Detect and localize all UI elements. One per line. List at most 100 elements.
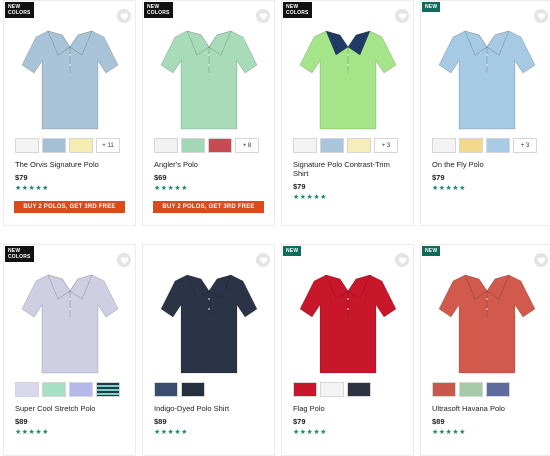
product-card[interactable]: NEW COLORS Super Cool Stretch Polo $89 ★★★★… [3, 244, 136, 456]
rating-stars: ★★★★★ [432, 429, 466, 436]
rating-stars: ★★★★★ [15, 185, 49, 192]
product-badge: NEW COLORS [283, 2, 312, 18]
product-name[interactable]: Signature Polo Contrast-Trim Shirt [282, 160, 413, 178]
product-badge: NEW COLORS [5, 2, 34, 18]
product-grid: NEW COLORS + 11 The Orvis Signature Polo $7… [0, 0, 550, 456]
product-price: $79 [432, 173, 445, 182]
rating-stars: ★★★★★ [15, 429, 49, 436]
product-image[interactable] [143, 245, 274, 377]
polo-shirt-image [18, 265, 122, 377]
color-swatch[interactable] [69, 382, 93, 397]
color-swatches: + 11 [4, 138, 135, 153]
polo-shirt-image [157, 265, 261, 377]
color-swatch[interactable] [320, 138, 344, 153]
promo-banner[interactable]: BUY 2 POLOS, GET 3RD FREE [14, 201, 125, 213]
rating-stars: ★★★★★ [293, 429, 327, 436]
product-price: $89 [432, 417, 445, 426]
product-card[interactable]: NEW + 3 On the Fly Polo $79 ★★★★★ [420, 0, 550, 226]
polo-shirt-image [296, 265, 400, 377]
polo-shirt-image [435, 21, 539, 133]
color-swatch[interactable] [432, 138, 456, 153]
color-swatch[interactable] [320, 382, 344, 397]
color-swatch[interactable] [459, 138, 483, 153]
product-image[interactable]: NEW [421, 1, 550, 133]
color-swatch[interactable] [347, 382, 371, 397]
color-swatches: + 3 [421, 138, 550, 153]
more-colors-button[interactable]: + 11 [96, 138, 120, 153]
color-swatch[interactable] [459, 382, 483, 397]
polo-shirt-image [18, 21, 122, 133]
favorite-heart-icon[interactable] [256, 253, 270, 267]
color-swatches [4, 382, 135, 397]
more-colors-button[interactable]: + 8 [235, 138, 259, 153]
product-name[interactable]: Indigo-Dyed Polo Shirt [143, 404, 274, 413]
color-swatch[interactable] [293, 382, 317, 397]
product-card[interactable]: NEW Ultrasoft Havana Polo $89 ★★★★★ [420, 244, 550, 456]
product-card[interactable]: NEW COLORS + 11 The Orvis Signature Polo $7… [3, 0, 136, 226]
color-swatch[interactable] [208, 138, 232, 153]
product-image[interactable]: NEW COLORS [282, 1, 413, 133]
product-badge: NEW [283, 246, 302, 256]
rating-stars: ★★★★★ [154, 429, 188, 436]
product-image[interactable]: NEW [421, 245, 550, 377]
product-name[interactable]: On the Fly Polo [421, 160, 550, 169]
favorite-heart-icon[interactable] [395, 9, 409, 23]
product-name[interactable]: Super Cool Stretch Polo [4, 404, 135, 413]
product-badge: NEW COLORS [144, 2, 173, 18]
product-image[interactable]: NEW COLORS [143, 1, 274, 133]
color-swatches [421, 382, 550, 397]
color-swatches [282, 382, 413, 397]
more-colors-button[interactable]: + 3 [374, 138, 398, 153]
color-swatch[interactable] [347, 138, 371, 153]
product-price: $89 [154, 417, 167, 426]
polo-shirt-image [435, 265, 539, 377]
color-swatch[interactable] [15, 138, 39, 153]
product-price: $69 [154, 173, 167, 182]
color-swatch[interactable] [15, 382, 39, 397]
rating-stars: ★★★★★ [293, 194, 327, 201]
color-swatch[interactable] [69, 138, 93, 153]
product-badge: NEW [422, 246, 441, 256]
rating-stars: ★★★★★ [432, 185, 466, 192]
color-swatch[interactable] [154, 382, 178, 397]
product-name[interactable]: Angler's Polo [143, 160, 274, 169]
color-swatches: + 3 [282, 138, 413, 153]
product-price: $79 [15, 173, 28, 182]
color-swatch[interactable] [181, 382, 205, 397]
product-name[interactable]: The Orvis Signature Polo [4, 160, 135, 169]
product-card[interactable]: NEW Flag Polo $79 ★★★★★ [281, 244, 414, 456]
color-swatch[interactable] [486, 138, 510, 153]
polo-shirt-image [296, 21, 400, 133]
color-swatch[interactable] [486, 382, 510, 397]
product-name[interactable]: Flag Polo [282, 404, 413, 413]
product-price: $79 [293, 182, 306, 191]
product-badge: NEW [422, 2, 441, 12]
product-image[interactable]: NEW COLORS [4, 245, 135, 377]
color-swatch[interactable] [42, 382, 66, 397]
favorite-heart-icon[interactable] [256, 9, 270, 23]
color-swatches [143, 382, 274, 397]
product-card[interactable]: NEW COLORS + 3 Signature Polo Contrast-Tri… [281, 0, 414, 226]
product-price: $79 [293, 417, 306, 426]
color-swatch[interactable] [96, 382, 120, 397]
favorite-heart-icon[interactable] [395, 253, 409, 267]
color-swatch[interactable] [154, 138, 178, 153]
promo-banner[interactable]: BUY 2 POLOS, GET 3RD FREE [153, 201, 264, 213]
product-price: $89 [15, 417, 28, 426]
product-card[interactable]: NEW COLORS + 8 Angler's Polo $69 ★★★★★ BUY 2 … [142, 0, 275, 226]
product-badge: NEW COLORS [5, 246, 34, 262]
favorite-heart-icon[interactable] [117, 253, 131, 267]
color-swatch[interactable] [181, 138, 205, 153]
more-colors-button[interactable]: + 3 [513, 138, 537, 153]
product-image[interactable]: NEW [282, 245, 413, 377]
color-swatches: + 8 [143, 138, 274, 153]
color-swatch[interactable] [432, 382, 456, 397]
favorite-heart-icon[interactable] [534, 9, 548, 23]
product-name[interactable]: Ultrasoft Havana Polo [421, 404, 550, 413]
color-swatch[interactable] [42, 138, 66, 153]
color-swatch[interactable] [293, 138, 317, 153]
product-image[interactable]: NEW COLORS [4, 1, 135, 133]
favorite-heart-icon[interactable] [117, 9, 131, 23]
favorite-heart-icon[interactable] [534, 253, 548, 267]
product-card[interactable]: Indigo-Dyed Polo Shirt $89 ★★★★★ [142, 244, 275, 456]
